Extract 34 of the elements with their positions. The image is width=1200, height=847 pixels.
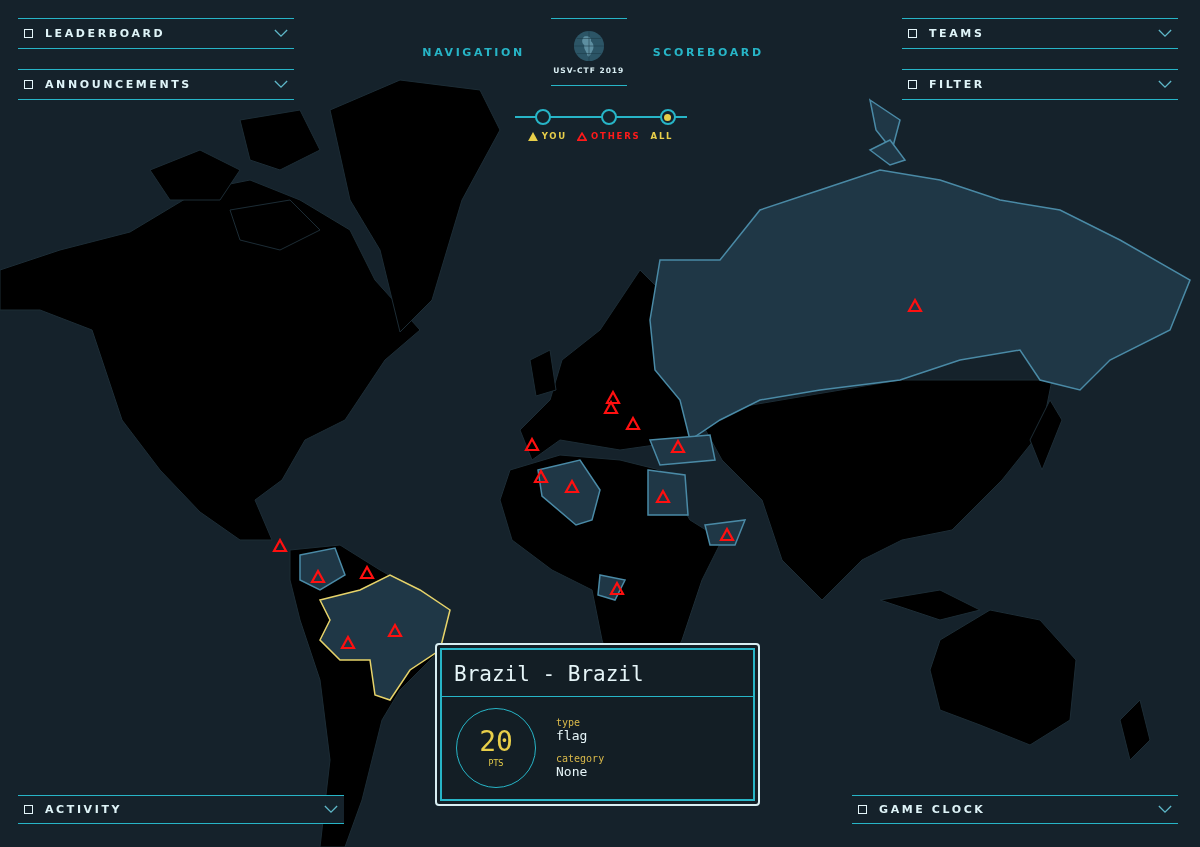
points-unit: PTS — [488, 759, 504, 768]
chevron-down-icon — [274, 29, 288, 38]
filter-stop[interactable] — [534, 109, 551, 125]
panel-header[interactable]: ANNOUNCEMENTS — [18, 69, 294, 100]
checkbox-icon — [908, 29, 917, 38]
panel-header[interactable]: GAME CLOCK — [852, 795, 1178, 824]
checkbox-icon — [908, 80, 917, 89]
filter-stop[interactable] — [659, 109, 676, 125]
chevron-down-icon — [274, 80, 288, 89]
field-label: category — [556, 753, 605, 764]
chevron-down-icon — [324, 805, 338, 814]
field-label: type — [556, 717, 581, 728]
navigation-link[interactable]: NAVIGATION — [422, 45, 525, 59]
panel-header[interactable]: ACTIVITY — [18, 795, 344, 824]
chevron-down-icon — [1158, 29, 1172, 38]
points-value: 20 — [479, 728, 513, 756]
chevron-down-icon — [1158, 80, 1172, 89]
panel-header[interactable]: TEAMS — [902, 18, 1178, 49]
checkbox-icon — [24, 80, 33, 89]
legend-label[interactable]: YOU — [541, 131, 568, 141]
field-value: None — [556, 764, 588, 779]
panel-header[interactable]: FILTER — [902, 69, 1178, 100]
panel-header[interactable]: LEADERBOARD — [18, 18, 294, 49]
globe-icon — [572, 29, 605, 62]
legend-label[interactable]: OTHERS — [591, 131, 641, 141]
field-value: flag — [556, 728, 588, 743]
checkbox-icon — [24, 805, 33, 814]
scoreboard-link[interactable]: SCOREBOARD — [652, 45, 764, 59]
checkbox-icon — [24, 29, 33, 38]
filter-stop[interactable] — [600, 109, 617, 125]
chevron-down-icon — [1158, 805, 1172, 814]
legend-label[interactable]: ALL — [650, 131, 674, 141]
checkbox-icon — [858, 805, 867, 814]
popup-title: Brazil - Brazil — [442, 650, 753, 697]
